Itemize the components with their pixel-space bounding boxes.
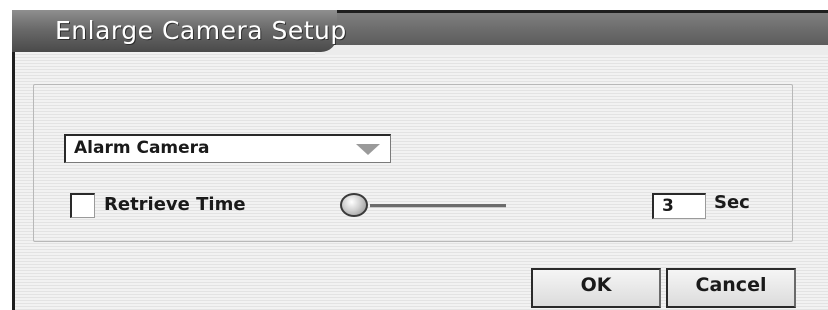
camera-select-dropdown[interactable]: Alarm Camera (64, 134, 391, 163)
title-bar-extension (315, 13, 828, 55)
cancel-button[interactable]: Cancel (666, 268, 796, 308)
chevron-down-icon[interactable] (356, 144, 380, 155)
camera-select-value: Alarm Camera (74, 138, 210, 158)
retrieve-time-unit: Sec (714, 192, 750, 213)
dialog-title: Enlarge Camera Setup (55, 16, 347, 45)
retrieve-time-slider-track[interactable] (370, 204, 506, 208)
retrieve-time-checkbox[interactable] (70, 193, 95, 218)
retrieve-time-slider-thumb[interactable] (340, 193, 368, 217)
retrieve-time-label[interactable]: Retrieve Time (104, 194, 246, 215)
ok-button[interactable]: OK (531, 268, 661, 308)
retrieve-time-input[interactable]: 3 (652, 193, 706, 219)
